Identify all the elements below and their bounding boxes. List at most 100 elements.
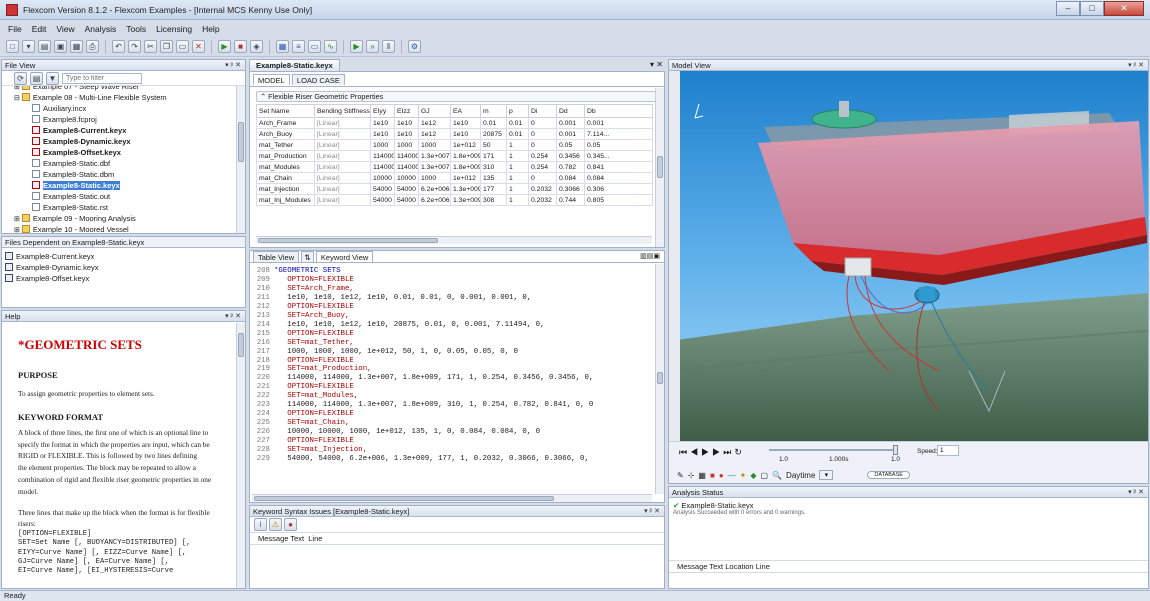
stop-icon[interactable]: ■: [234, 40, 247, 53]
table-cell[interactable]: 1e12: [418, 117, 451, 129]
undo-icon[interactable]: ↶: [112, 40, 125, 53]
table-cell[interactable]: 1e10: [394, 128, 419, 140]
table-cell[interactable]: mat_Tether: [256, 139, 315, 151]
sphere-icon[interactable]: ●: [719, 471, 724, 480]
tree-item[interactable]: Example8-Offset.keyx: [2, 147, 238, 158]
table-cell[interactable]: 1000: [394, 139, 419, 151]
delete-icon[interactable]: ✕: [192, 40, 205, 53]
table-cell[interactable]: 54000: [394, 194, 419, 206]
table-cell[interactable]: [Linear]: [314, 172, 371, 184]
axis-icon[interactable]: ⊹: [688, 471, 695, 480]
paste-icon[interactable]: ▭: [176, 40, 189, 53]
list-item[interactable]: Example8-Current.keyx: [5, 251, 245, 262]
menu-edit[interactable]: Edit: [32, 22, 47, 36]
zoom-icon[interactable]: 🔍: [772, 471, 782, 480]
speed-input[interactable]: [937, 445, 959, 456]
cut-icon[interactable]: ✂: [144, 40, 157, 53]
list-item[interactable]: Example8-Dynamic.keyx: [5, 262, 245, 273]
skip-end-icon[interactable]: ⏭: [723, 447, 734, 457]
tab-keyword-view[interactable]: Keyword View: [315, 251, 374, 262]
table-cell[interactable]: [Linear]: [314, 128, 371, 140]
time-slider[interactable]: [769, 445, 898, 455]
table-cell[interactable]: 0.01: [506, 117, 529, 129]
table-cell[interactable]: 1.8e+009: [450, 161, 481, 173]
column-header[interactable]: EA: [450, 104, 481, 118]
table-cell[interactable]: 135: [480, 172, 507, 184]
tree-item[interactable]: Example8-Static.dbf: [2, 158, 238, 169]
table-cell[interactable]: 0.841: [584, 161, 653, 173]
model-view-icon[interactable]: ▭: [308, 40, 321, 53]
mark-icon[interactable]: ■: [710, 471, 715, 480]
section-header[interactable]: ⌃ Flexible Riser Geometric Properties: [256, 91, 658, 102]
table-row[interactable]: Arch_Buoy [Linear] 1e10 1e10 1e12 1e10 20875 0.…: [256, 128, 653, 140]
daytime-dropdown[interactable]: ▾: [819, 470, 834, 480]
table-cell[interactable]: 1e+012: [450, 172, 481, 184]
column-header[interactable]: Db: [584, 104, 653, 118]
view-icon[interactable]: ◈: [250, 40, 263, 53]
analysis-file-row[interactable]: ✔ Example8-Static.keyx: [673, 501, 1148, 510]
new-icon[interactable]: □: [6, 40, 19, 53]
step-back-icon[interactable]: ◀: [690, 447, 701, 457]
light-icon[interactable]: ✦: [740, 471, 747, 480]
table-cell[interactable]: mat_Injection: [256, 183, 315, 195]
table-cell[interactable]: 177: [480, 183, 507, 195]
column-header[interactable]: p: [506, 104, 529, 118]
table-cell[interactable]: mat_Production: [256, 150, 315, 162]
table-cell[interactable]: 0: [528, 172, 557, 184]
print-icon[interactable]: ⎙: [86, 40, 99, 53]
table-cell[interactable]: 0.001: [556, 117, 585, 129]
menu-view[interactable]: View: [56, 22, 74, 36]
table-cell[interactable]: 54000: [370, 183, 395, 195]
table-cell[interactable]: 0.05: [556, 139, 585, 151]
table-cell[interactable]: 7.114...: [584, 128, 653, 140]
filter-input[interactable]: [62, 72, 142, 84]
table-cell[interactable]: [Linear]: [314, 183, 371, 195]
table-cell[interactable]: 1: [506, 161, 529, 173]
table-row[interactable]: mat_Production [Linear] 114000 114000 1.3e+0…: [256, 150, 653, 162]
table-cell[interactable]: 1.3e+007: [418, 161, 451, 173]
pin-icon[interactable]: ▾ ᵖ ✕: [1128, 487, 1144, 498]
menu-file[interactable]: File: [8, 22, 22, 36]
table-cell[interactable]: 1e+012: [450, 139, 481, 151]
document-tab[interactable]: Example8-Static.keyx: [249, 59, 340, 71]
column-header[interactable]: Bending Stiffness: [314, 104, 371, 118]
filter-icon[interactable]: ▼: [46, 71, 59, 85]
chart-icon[interactable]: ∿: [324, 40, 337, 53]
table-cell[interactable]: 0.05: [584, 139, 653, 151]
table-cell[interactable]: 1: [506, 172, 529, 184]
maximize-button[interactable]: □: [1080, 1, 1104, 16]
info-filter-icon[interactable]: i: [254, 518, 267, 531]
column-message-text[interactable]: Message Text: [677, 562, 723, 571]
column-location[interactable]: Location: [725, 562, 753, 571]
copy-icon[interactable]: ❐: [160, 40, 173, 53]
table-cell[interactable]: 0.2032: [528, 194, 557, 206]
minimize-button[interactable]: –: [1056, 1, 1080, 16]
table-cell[interactable]: 1.3e+009: [450, 194, 481, 206]
table-row[interactable]: mat_Chain [Linear] 10000 10000 1000 1e+012 135…: [256, 172, 653, 184]
table-cell[interactable]: mat_Inj_Modules: [256, 194, 315, 206]
table-cell[interactable]: 0.306: [584, 183, 653, 195]
play-icon[interactable]: ▶: [701, 447, 712, 457]
table-cell[interactable]: 0.254: [528, 161, 557, 173]
tree-item[interactable]: Example8-Static.rst: [2, 202, 238, 213]
table-cell[interactable]: 6.2e+006: [418, 183, 451, 195]
grid-icon[interactable]: ▦: [698, 471, 706, 480]
table-cell[interactable]: 1: [506, 194, 529, 206]
table-cell[interactable]: 20875: [480, 128, 507, 140]
column-message-text[interactable]: Message Text: [258, 534, 304, 543]
close-button[interactable]: ✕: [1104, 1, 1144, 16]
skip-start-icon[interactable]: ⏮: [679, 447, 690, 457]
table-cell[interactable]: 1e12: [418, 128, 451, 140]
table-cell[interactable]: 0.001: [584, 117, 653, 129]
step-forward-icon[interactable]: ▶: [712, 447, 723, 457]
table-cell[interactable]: 114000: [394, 161, 419, 173]
expand-icon[interactable]: ⊞: [14, 227, 22, 233]
table-cell[interactable]: 1: [506, 150, 529, 162]
keyword-view-icon[interactable]: ≡: [292, 40, 305, 53]
table-cell[interactable]: 1.8e+009: [450, 150, 481, 162]
table-row[interactable]: mat_Inj_Modules [Linear] 54000 54000 6.2e+00…: [256, 194, 653, 206]
table-cell[interactable]: 1000: [418, 172, 451, 184]
expand-icon[interactable]: ⊟: [14, 95, 22, 102]
expand-icon[interactable]: ⊞: [14, 86, 22, 91]
play-icon[interactable]: ▶: [350, 40, 363, 53]
